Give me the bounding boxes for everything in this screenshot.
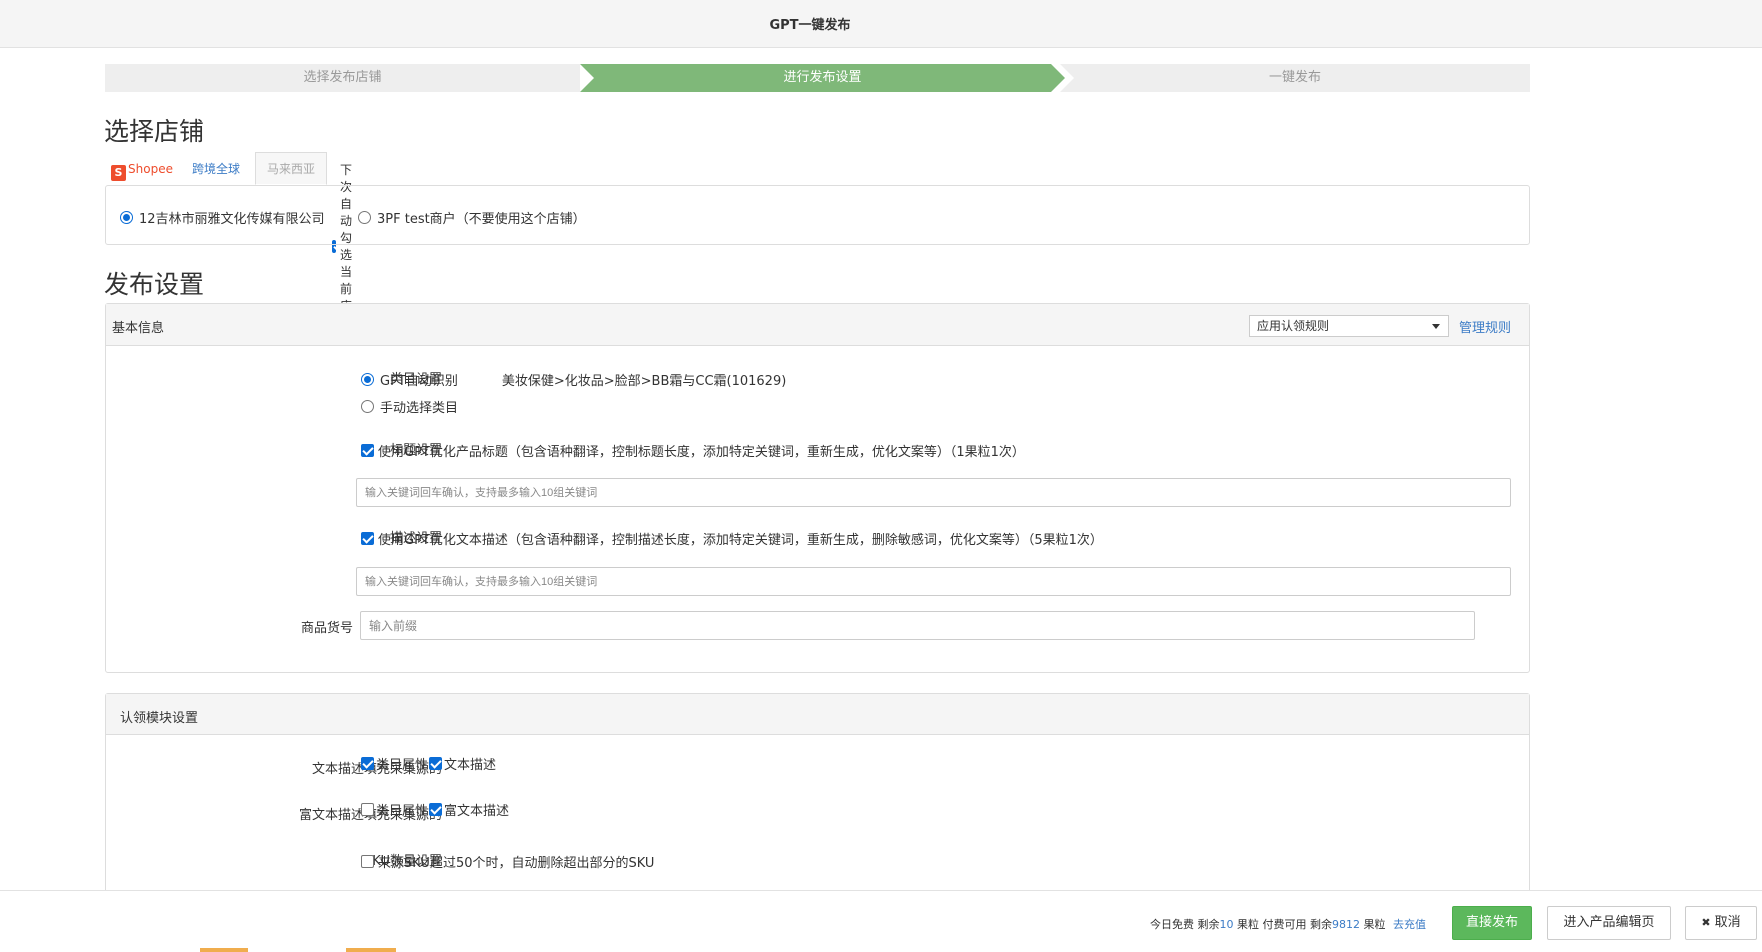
tab-cross-border-global[interactable]: 跨境全球 (180, 152, 252, 185)
publish-button[interactable]: 直接发布 (1452, 906, 1532, 940)
rich-desc-fill-options: 类目属性 富文本描述 (361, 800, 509, 819)
text-desc-attr-label: 类目属性 (376, 758, 429, 773)
category-manual-radio[interactable] (361, 400, 374, 413)
tab-shopee-label: Shopee (128, 162, 173, 176)
category-manual-option[interactable]: 手动选择类目 (361, 397, 458, 416)
manage-rules-link[interactable]: 管理规则 (1459, 317, 1511, 336)
desc-keywords-input[interactable] (356, 567, 1511, 596)
shop-option-1[interactable]: 12吉林市丽雅文化传媒有限公司 (120, 208, 325, 227)
claim-module-title: 认领模块设置 (120, 711, 199, 726)
shop-section-title: 选择店铺 (104, 117, 205, 146)
title-gpt-option[interactable]: 使用GPT优化产品标题（包含语种翻译，控制标题长度，添加特定关键词，重新生成，优… (361, 441, 1025, 460)
sku-prefix-input[interactable] (360, 611, 1475, 640)
shop-option-2[interactable]: 3PF test商户（不要使用这个店铺） (358, 208, 586, 227)
page: GPT一键发布 选择发布店铺 进行发布设置 一键发布 选择店铺 S Shopee … (0, 0, 1762, 952)
sku-count-option-label: 来源SKU超过50个时，自动删除超出部分的SKU (378, 856, 655, 871)
bottom-action-bar: 今日免费 剩余10 果粒 付费可用 剩余9812 果粒 去充值 直接发布 进入产… (0, 890, 1762, 952)
tab-malaysia[interactable]: 马来西亚 (255, 152, 327, 185)
claim-module-panel: 认领模块设置 文本描述填充采集源的 类目属性 文本描述 富文本描述填充采集源的 … (105, 693, 1530, 903)
basic-info-header: 基本信息 应用认领规则 管理规则 (106, 304, 1529, 346)
shop-option-1-label: 12吉林市丽雅文化传媒有限公司 (139, 212, 325, 227)
edit-product-button[interactable]: 进入产品编辑页 (1547, 906, 1671, 940)
step-select-shop: 选择发布店铺 (105, 64, 580, 92)
category-auto-option[interactable]: GPT自动识别 美妆保健>化妆品>脸部>BB霜与CC霜(101629) (361, 370, 786, 389)
recharge-link[interactable]: 去充值 (1393, 918, 1426, 931)
basic-info-panel: 基本信息 应用认领规则 管理规则 类目设置 GPT自动识别 美妆保健>化妆品>脸… (105, 303, 1530, 673)
shopee-logo-icon: S (111, 165, 127, 181)
rule-select-value: 应用认领规则 (1257, 319, 1330, 333)
top-bar: GPT一键发布 (0, 0, 1762, 48)
text-desc-attr-checkbox[interactable] (361, 757, 374, 770)
text-desc-text-label: 文本描述 (444, 758, 497, 773)
category-manual-label: 手动选择类目 (380, 401, 459, 416)
rule-select[interactable]: 应用认领规则 (1249, 315, 1449, 337)
title-keywords-input[interactable] (356, 478, 1511, 507)
shop-radio-1[interactable] (120, 211, 133, 224)
basic-info-title: 基本信息 (112, 321, 165, 336)
text-desc-text-checkbox[interactable] (429, 757, 443, 770)
step-progress: 选择发布店铺 进行发布设置 一键发布 (105, 64, 1530, 92)
category-path: 美妆保健>化妆品>脸部>BB霜与CC霜(101629) (501, 374, 787, 389)
quota-info: 今日免费 剩余10 果粒 付费可用 剩余9812 果粒 去充值 (1150, 916, 1426, 932)
desc-gpt-label: 使用GPT优化文本描述（包含语种翻译，控制描述长度，添加特定关键词，重新生成，删… (378, 533, 1103, 548)
tab-shopee[interactable]: S Shopee (106, 152, 178, 185)
shop-option-2-label: 3PF test商户（不要使用这个店铺） (377, 212, 586, 227)
step-one-click-publish: 一键发布 (1060, 64, 1530, 92)
desc-gpt-option[interactable]: 使用GPT优化文本描述（包含语种翻译，控制描述长度，添加特定关键词，重新生成，删… (361, 529, 1103, 548)
quota-prefix: 今日免费 剩余 (1150, 918, 1220, 931)
title-gpt-label: 使用GPT优化产品标题（包含语种翻译，控制标题长度，添加特定关键词，重新生成，优… (378, 445, 1025, 460)
publish-section-title: 发布设置 (104, 270, 205, 299)
rich-desc-text-label: 富文本描述 (444, 804, 510, 819)
category-auto-radio[interactable] (361, 373, 374, 386)
shop-list: 12吉林市丽雅文化传媒有限公司 3PF test商户（不要使用这个店铺） (105, 185, 1530, 245)
rich-desc-attr-label: 类目属性 (376, 804, 429, 819)
text-desc-fill-options: 类目属性 文本描述 (361, 754, 496, 773)
cancel-button-label: 取消 (1714, 915, 1741, 930)
quota-mid: 果粒 付费可用 剩余 (1237, 918, 1332, 931)
orange-marker-left (200, 948, 248, 952)
rich-desc-attr-checkbox[interactable] (361, 803, 374, 816)
sku-count-option[interactable]: 来源SKU超过50个时，自动删除超出部分的SKU (361, 852, 654, 871)
title-gpt-checkbox[interactable] (361, 444, 374, 457)
cancel-button[interactable]: ✖ 取消 (1685, 906, 1757, 940)
paid-count: 9812 (1332, 918, 1360, 931)
close-icon: ✖ (1701, 916, 1711, 929)
rich-desc-text-checkbox[interactable] (429, 803, 443, 816)
page-title: GPT一键发布 (769, 18, 851, 33)
free-count: 10 (1219, 918, 1234, 931)
claim-module-header: 认领模块设置 (106, 694, 1529, 735)
chevron-down-icon (1432, 324, 1440, 329)
quota-suffix: 果粒 (1363, 918, 1386, 931)
category-auto-label: GPT自动识别 (380, 374, 458, 389)
step-publish-settings: 进行发布设置 (580, 64, 1065, 92)
desc-gpt-checkbox[interactable] (361, 532, 374, 545)
orange-marker-right (346, 948, 396, 952)
sku-count-checkbox[interactable] (361, 855, 374, 868)
shop-radio-2[interactable] (358, 211, 371, 224)
